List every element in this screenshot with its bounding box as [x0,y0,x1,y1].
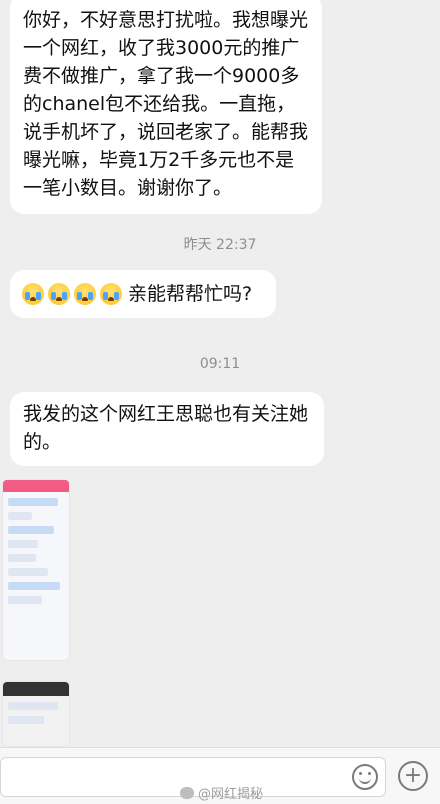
crying-face-icon [100,283,122,305]
watermark-text: @网红揭秘 [198,787,264,802]
thumbnail-header [3,682,69,696]
message-bubble-2: 亲能帮帮忙吗? [10,270,276,318]
crying-face-icon [22,283,44,305]
timestamp-2: 09:11 [199,356,241,372]
crying-face-icon [74,283,96,305]
timestamp-1: 昨天 22:37 [183,237,257,253]
thumbnail-header [3,480,69,492]
crying-face-icon [48,283,70,305]
screenshot-thumbnail-1[interactable] [3,480,69,660]
plus-icon[interactable]: + [398,761,428,791]
message-bubble-1: 你好，不好意思打扰啦。我想曝光一个网红，收了我3000元的推广费不做推广，拿了我… [10,0,322,214]
smiley-icon[interactable] [352,764,378,790]
screenshot-thumbnail-2[interactable] [3,682,69,746]
message-bubble-3: 我发的这个网红王思聪也有关注她的。 [10,392,324,466]
weibo-icon [180,786,194,799]
message-text-3: 我发的这个网红王思聪也有关注她的。 [23,403,309,453]
message-text-1: 你好，不好意思打扰啦。我想曝光一个网红，收了我3000元的推广费不做推广，拿了我… [23,9,309,199]
message-text-2: 亲能帮帮忙吗? [128,283,253,305]
watermark: @网红揭秘 [180,783,263,802]
